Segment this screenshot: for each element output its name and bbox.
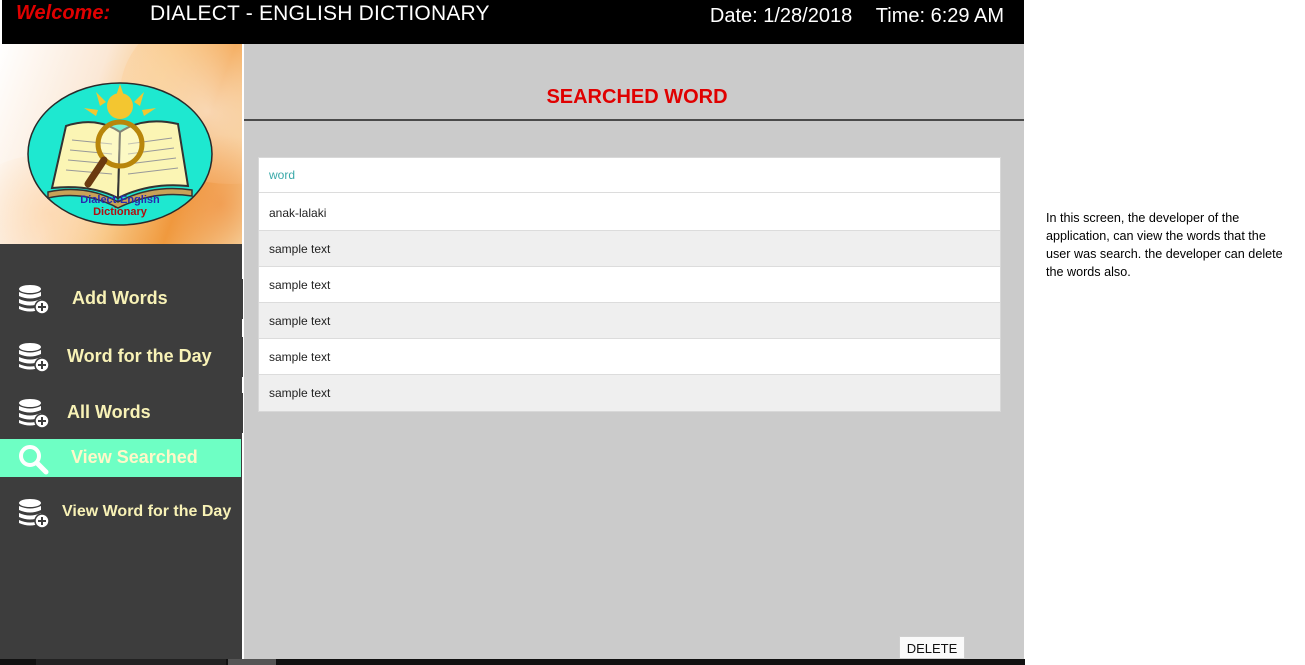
sidebar-item-label: Add Words bbox=[72, 288, 168, 308]
sidebar: Dialect-English Dictionary Add Words Wor… bbox=[0, 44, 243, 665]
svg-text:Dialect-English: Dialect-English bbox=[80, 194, 160, 206]
main-panel: SEARCHED WORD word anak-lalaki sample te… bbox=[244, 44, 1024, 659]
table-cell: sample text bbox=[269, 386, 331, 400]
header-bar: Welcome: DIALECT - ENGLISH DICTIONARY Da… bbox=[2, 0, 1024, 44]
table-cell: sample text bbox=[269, 242, 331, 256]
sidebar-item-all-words[interactable]: All Words bbox=[0, 393, 243, 433]
sidebar-item-label: View Word for the Day bbox=[62, 503, 232, 520]
table-cell: sample text bbox=[269, 314, 331, 328]
table-row[interactable]: sample text bbox=[259, 339, 1000, 375]
sidebar-item-label: Word for the Day bbox=[67, 346, 212, 366]
delete-button[interactable]: DELETE bbox=[899, 636, 965, 659]
table-cell: sample text bbox=[269, 350, 331, 364]
page-title: SEARCHED WORD bbox=[546, 86, 728, 108]
table-row[interactable]: sample text bbox=[259, 267, 1000, 303]
welcome-label: Welcome: bbox=[16, 2, 111, 24]
sidebar-item-label: All Words bbox=[67, 402, 151, 422]
table-row[interactable]: sample text bbox=[259, 375, 1000, 411]
table-row[interactable]: sample text bbox=[259, 303, 1000, 339]
table-cell: anak-lalaki bbox=[269, 206, 327, 220]
bottom-bar bbox=[0, 659, 1025, 665]
sidebar-item-label: View Searched bbox=[71, 447, 198, 467]
datetime: Date: 1/28/2018 Time: 6:29 AM bbox=[710, 5, 1004, 28]
column-header-word: word bbox=[269, 168, 296, 182]
dictionary-logo-icon: Dialect-English Dictionary bbox=[27, 82, 213, 226]
database-add-icon bbox=[19, 285, 50, 315]
search-icon bbox=[19, 445, 49, 475]
table-cell: sample text bbox=[269, 278, 331, 292]
table-header-row: word bbox=[259, 158, 1000, 193]
date-label: Date: 1/28/2018 bbox=[709, 5, 853, 27]
sidebar-item-view-word-for-the-day[interactable]: View Word for the Day bbox=[0, 493, 241, 533]
database-add-icon bbox=[19, 499, 50, 529]
svg-text:Dictionary: Dictionary bbox=[93, 206, 148, 218]
time-label: Time: 6:29 AM bbox=[875, 5, 1004, 27]
table-row[interactable]: anak-lalaki bbox=[259, 193, 1000, 231]
app-window: Welcome: DIALECT - ENGLISH DICTIONARY Da… bbox=[0, 0, 1025, 665]
annotation-note: In this screen, the developer of the app… bbox=[1046, 211, 1283, 279]
table-row[interactable]: sample text bbox=[259, 231, 1000, 267]
app-title: DIALECT - ENGLISH DICTIONARY bbox=[150, 2, 490, 25]
logo-banner: Dialect-English Dictionary bbox=[0, 44, 242, 244]
sidebar-item-view-searched[interactable]: View Searched bbox=[0, 439, 241, 477]
database-add-icon bbox=[19, 399, 50, 429]
sidebar-item-add-words[interactable]: Add Words bbox=[0, 279, 243, 319]
database-add-icon bbox=[19, 343, 50, 373]
searched-words-table: word anak-lalaki sample text sample text… bbox=[258, 157, 1001, 412]
title-divider bbox=[244, 119, 1024, 121]
sidebar-item-word-for-the-day[interactable]: Word for the Day bbox=[0, 337, 243, 377]
